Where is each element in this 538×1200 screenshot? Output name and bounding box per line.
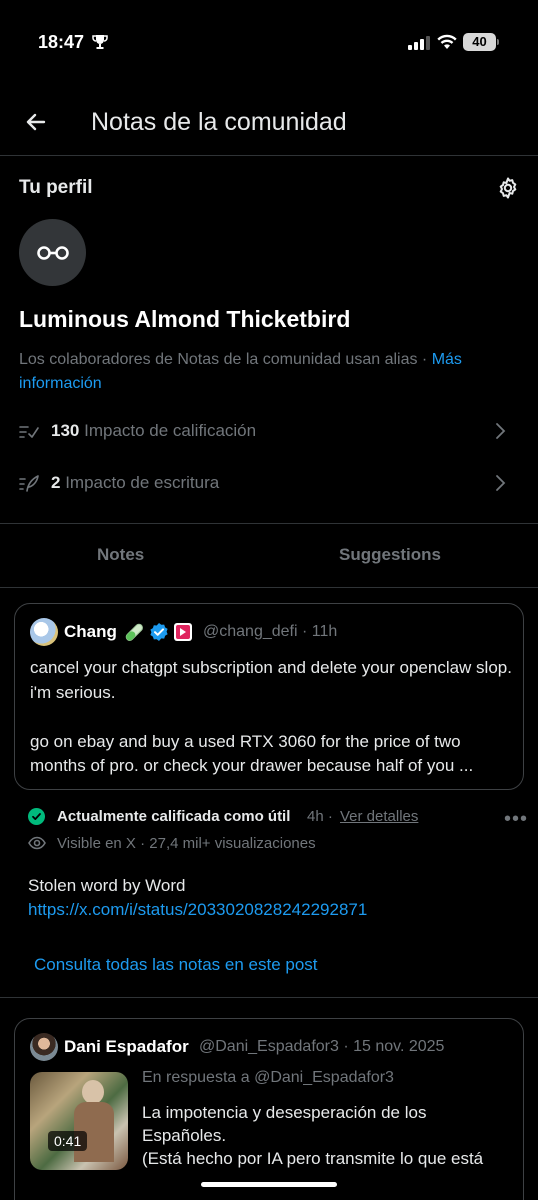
note-status-row: Actualmente calificada como útil 4h · Ve… <box>28 805 528 831</box>
visibility-row: Visible en X · 27,4 mil+ visualizaciones <box>28 833 508 855</box>
check-icon <box>28 808 45 825</box>
tab-notes[interactable]: Notes <box>97 545 144 565</box>
signal-icon <box>408 36 430 50</box>
status-bar: 18:47 40 <box>0 0 538 88</box>
all-notes-link[interactable]: Consulta todas las notas en este post <box>34 955 318 975</box>
writing-icon <box>19 475 39 492</box>
post-text: cancel your chatgpt subscription and del… <box>30 658 512 775</box>
alias-name: Luminous Almond Thicketbird <box>19 306 351 332</box>
trophy-icon <box>92 35 108 49</box>
affiliate-badge-icon <box>174 623 192 641</box>
avatar <box>30 1033 58 1061</box>
profile-section-label: Tu perfil <box>19 177 93 198</box>
video-thumbnail[interactable] <box>30 1072 128 1170</box>
more-icon[interactable]: ••• <box>504 808 528 831</box>
glasses-icon <box>36 245 69 260</box>
tab-suggestions[interactable]: Suggestions <box>339 545 441 565</box>
back-arrow-icon <box>26 113 46 131</box>
header: Notas de la comunidad <box>0 88 538 156</box>
note-text: Stolen word by Word <box>28 876 186 895</box>
battery-level: 40 <box>463 33 496 51</box>
rating-impact-label: Impacto de calificación <box>84 421 257 440</box>
alias-description: Los colaboradores de Notas de la comunid… <box>19 351 462 392</box>
note-body: Stolen word by Word https://x.com/i/stat… <box>28 874 367 922</box>
author-badges <box>123 621 193 643</box>
note-status-label: Actualmente calificada como útil <box>57 808 291 825</box>
writing-impact-row[interactable]: 2 Impacto de escritura <box>0 463 538 503</box>
rating-impact-value: 130 <box>51 421 80 440</box>
second-post[interactable]: Dani Espadafor @Dani_Espadafor3 · 15 nov… <box>14 1018 524 1200</box>
reply-to-label: En respuesta a @Dani_Espadafor3 <box>142 1069 394 1086</box>
note-source-link[interactable]: https://x.com/i/status/20330208282422928… <box>28 898 367 922</box>
writing-impact-label: Impacto de escritura <box>65 473 220 492</box>
page-title: Notas de la comunidad <box>91 108 347 136</box>
post-author-name: Chang <box>64 622 117 641</box>
quoted-post[interactable]: Chang @chang_defi · 11h cancel your chat… <box>14 603 524 790</box>
post-author-handle: @Dani_Espadafor3 · 15 nov. 2025 <box>199 1038 445 1055</box>
view-details-link[interactable]: Ver detalles <box>340 808 418 825</box>
avatar <box>30 618 58 646</box>
home-indicator[interactable] <box>201 1182 337 1187</box>
profile-avatar <box>19 219 86 286</box>
tab-bar: Notes Suggestions <box>0 523 538 588</box>
writing-impact-value: 2 <box>51 473 61 492</box>
post-text: La impotencia y desesperación de los Esp… <box>142 1103 484 1168</box>
wifi-icon <box>437 34 457 49</box>
verified-icon <box>150 623 168 641</box>
rating-impact-row[interactable]: 130 Impacto de calificación <box>0 411 538 451</box>
visibility-text: Visible en X · 27,4 mil+ visualizaciones <box>57 835 316 852</box>
test-tube-icon <box>125 623 143 641</box>
gear-icon[interactable] <box>496 176 520 200</box>
chevron-right-icon <box>496 475 506 491</box>
post-author-name: Dani Espadafor <box>64 1037 189 1056</box>
post-author-handle: @chang_defi · 11h <box>203 623 338 640</box>
divider <box>0 997 538 998</box>
chevron-right-icon <box>496 423 506 439</box>
video-duration: 0:41 <box>48 1131 88 1151</box>
back-button[interactable] <box>20 106 52 138</box>
eye-icon <box>28 836 46 850</box>
battery-indicator: 40 <box>463 33 499 51</box>
status-time: 18:47 <box>38 32 85 52</box>
note-time: 4h · <box>307 808 333 825</box>
rating-icon <box>19 426 39 438</box>
